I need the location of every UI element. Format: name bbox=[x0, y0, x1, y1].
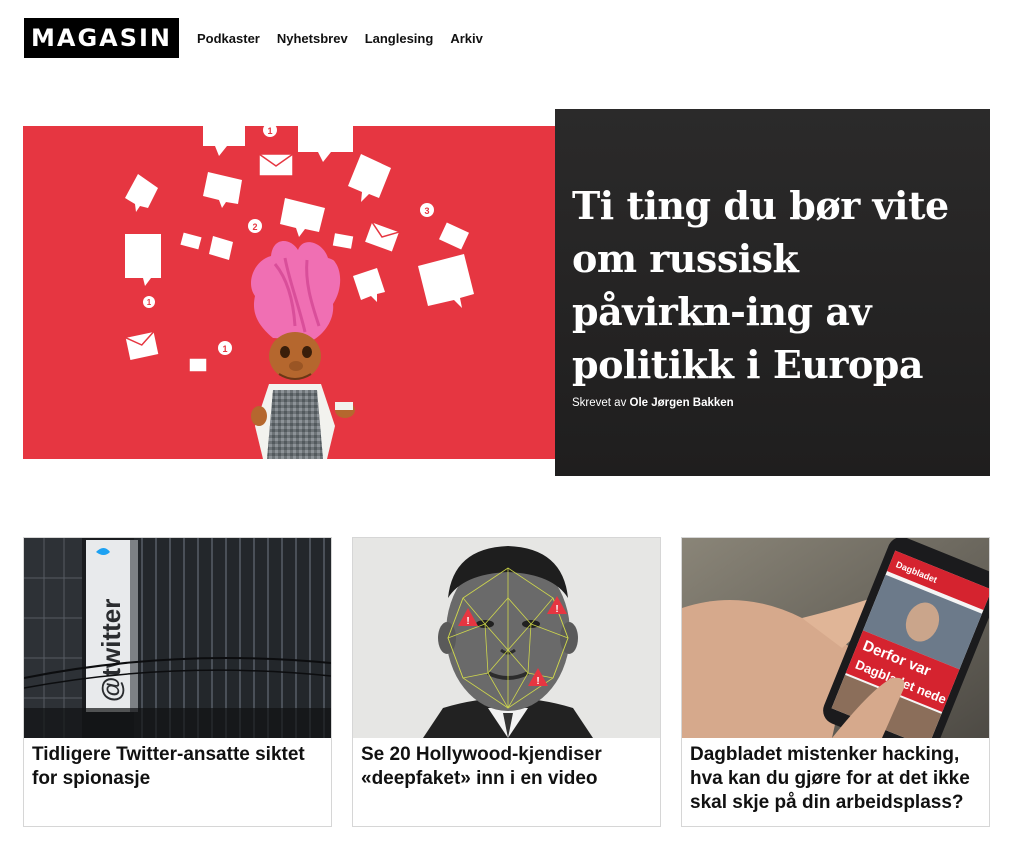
article-card-dagbladet[interactable]: Dagbladet Derfor var Dagbladet nede Dagb… bbox=[681, 537, 990, 827]
badge-1: 1 bbox=[267, 126, 272, 136]
troll-illustration: 1 2 2 3 1 1 bbox=[123, 126, 474, 459]
phone-dagbladet-image: Dagbladet Derfor var Dagbladet nede bbox=[682, 538, 989, 738]
svg-text:!: ! bbox=[466, 616, 469, 627]
main-nav: Podkaster Nyhetsbrev Langlesing Arkiv bbox=[197, 31, 483, 46]
site-logo[interactable]: MAGASIN bbox=[24, 18, 179, 58]
badge-6: 1 bbox=[147, 298, 152, 307]
site-header: MAGASIN Podkaster Nyhetsbrev Langlesing … bbox=[24, 18, 483, 58]
nav-item-langlesing[interactable]: Langlesing bbox=[365, 31, 434, 46]
card-title[interactable]: Se 20 Hollywood-kjendiser «deepfaket» in… bbox=[361, 743, 653, 791]
twitter-building-image: @twitter bbox=[24, 538, 331, 738]
badge-5: 1 bbox=[222, 344, 227, 354]
nav-item-nyhetsbrev[interactable]: Nyhetsbrev bbox=[277, 31, 348, 46]
deepfake-face-image: ! ! ! bbox=[353, 538, 660, 738]
hero-image[interactable]: 1 2 2 3 1 1 bbox=[23, 126, 555, 459]
author-name[interactable]: Ole Jørgen Bakken bbox=[630, 397, 734, 409]
article-card-deepfake[interactable]: ! ! ! Se 20 Hollywood-kjendiser «deepfak… bbox=[352, 537, 661, 827]
nav-item-podkaster[interactable]: Podkaster bbox=[197, 31, 260, 46]
hero-headline[interactable]: Ti ting du bør vite om russisk påvirkn-i… bbox=[572, 179, 972, 391]
badge-4: 3 bbox=[424, 206, 429, 216]
card-title[interactable]: Dagbladet mistenker hacking, hva kan du … bbox=[690, 743, 982, 815]
hero-byline: Skrevet av Ole Jørgen Bakken bbox=[572, 397, 734, 409]
hero-article-panel[interactable]: Ti ting du bør vite om russisk påvirkn-i… bbox=[555, 109, 990, 476]
svg-text:!: ! bbox=[536, 676, 539, 687]
deepfake-face-graphic: ! ! ! bbox=[353, 538, 660, 738]
phone-graphic: Dagbladet Derfor var Dagbladet nede bbox=[682, 538, 989, 738]
card-title[interactable]: Tidligere Twitter-ansatte siktet for spi… bbox=[32, 743, 324, 791]
nav-item-arkiv[interactable]: Arkiv bbox=[450, 31, 483, 46]
svg-text:!: ! bbox=[555, 604, 558, 615]
badge-2: 2 bbox=[252, 222, 257, 232]
twitter-sign-text: @twitter bbox=[96, 599, 126, 702]
article-card-twitter[interactable]: @twitter Tidligere Twitter-ansatte sikte… bbox=[23, 537, 332, 827]
byline-prefix: Skrevet av bbox=[572, 397, 627, 409]
troll-doll bbox=[250, 240, 355, 459]
twitter-building-graphic: @twitter bbox=[24, 538, 331, 738]
